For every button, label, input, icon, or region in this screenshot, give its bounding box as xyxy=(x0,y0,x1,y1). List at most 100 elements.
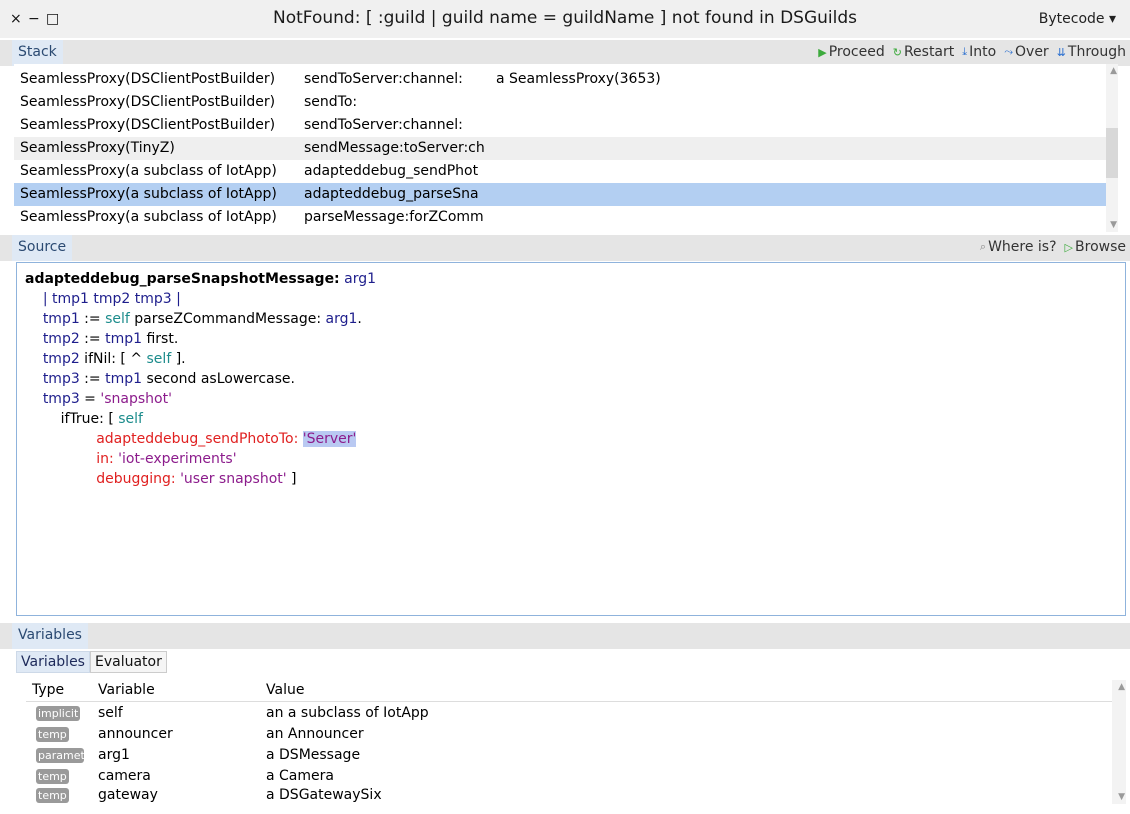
method-selector: adapteddebug_parseSnapshotMessage: xyxy=(25,271,340,287)
code-token: . xyxy=(357,311,362,327)
bytecode-menu[interactable]: Bytecode ▾ xyxy=(1039,11,1116,27)
variables-section-tab[interactable]: Variables xyxy=(12,623,88,649)
over-button[interactable]: ⤳ Over xyxy=(1004,44,1049,60)
stack-row[interactable]: SeamlessProxy(DSClientPostBuilder) sendT… xyxy=(14,91,1118,114)
table-row[interactable]: implicit self an a subclass of IotApp xyxy=(26,703,1126,724)
variables-header: Variables xyxy=(0,623,1130,649)
table-row[interactable]: parameter arg1 a DSMessage xyxy=(26,745,1126,766)
step-over-icon: ⤳ xyxy=(1004,45,1014,58)
variable-name: self xyxy=(98,705,123,721)
stack-row[interactable]: SeamlessProxy(TinyZ) sendMessage:toServe… xyxy=(14,137,1118,160)
stack-scrollbar[interactable]: ▲ ▼ xyxy=(1106,64,1118,232)
tab-evaluator[interactable]: Evaluator xyxy=(89,651,167,673)
code-token: ifTrue: [ xyxy=(60,411,119,427)
stack-row[interactable]: SeamlessProxy(a subclass of IotApp) pars… xyxy=(14,206,1118,229)
through-label: Through xyxy=(1067,44,1126,60)
code-token: := xyxy=(79,331,106,347)
source-editor[interactable]: adapteddebug_parseSnapshotMessage: arg1 … xyxy=(16,262,1126,616)
variable-value: a DSGatewaySix xyxy=(266,787,382,803)
stack-receiver: SeamlessProxy(DSClientPostBuilder) xyxy=(20,94,276,110)
code-token: 'snapshot' xyxy=(100,391,172,407)
variable-value: a Camera xyxy=(266,768,334,784)
code-token: ] xyxy=(286,471,297,487)
through-button[interactable]: ⇊ Through xyxy=(1057,44,1126,60)
scroll-down-icon[interactable]: ▼ xyxy=(1118,792,1125,802)
variables-table[interactable]: Type Variable Value implicit self an a s… xyxy=(26,680,1126,804)
type-badge: implicit xyxy=(36,706,81,721)
stack-method: adapteddebug_parseSna xyxy=(304,186,479,202)
play-icon: ▶ xyxy=(818,45,827,59)
scroll-up-icon[interactable]: ▲ xyxy=(1110,66,1117,76)
stack-scroll-thumb[interactable] xyxy=(1106,128,1118,178)
where-is-button[interactable]: ⌕ Where is? xyxy=(980,239,1057,255)
code-token: debugging: xyxy=(96,471,181,487)
code-token: first. xyxy=(142,331,179,347)
browse-button[interactable]: ▷ Browse xyxy=(1065,239,1126,255)
proceed-label: Proceed xyxy=(828,44,885,60)
stack-method: parseMessage:forZComm xyxy=(304,209,484,225)
stack-method: sendToServer:channel: xyxy=(304,71,463,87)
debug-toolbar: ▶ Proceed ↻ Restart ⤓ Into ⤳ Over ⇊ Thro… xyxy=(818,44,1126,60)
variables-scrollbar[interactable]: ▲ ▼ xyxy=(1112,680,1126,804)
code-token: arg1 xyxy=(325,311,358,327)
stack-receiver: SeamlessProxy(TinyZ) xyxy=(20,140,175,156)
scroll-up-icon[interactable]: ▲ xyxy=(1118,682,1125,692)
code-token: adapteddebug_sendPhotoTo: xyxy=(96,431,303,447)
dropdown-icon: ▾ xyxy=(1108,11,1116,27)
stack-header: Stack ▶ Proceed ↻ Restart ⤓ Into ⤳ Over … xyxy=(0,40,1130,66)
source-header: Source ⌕ Where is? ▷ Browse xyxy=(0,235,1130,261)
stack-receiver: SeamlessProxy(a subclass of IotApp) xyxy=(20,209,277,225)
stack-row-selected[interactable]: SeamlessProxy(a subclass of IotApp) adap… xyxy=(14,183,1118,206)
stack-row[interactable]: SeamlessProxy(DSClientPostBuilder) sendT… xyxy=(14,68,1118,91)
stack-receiver: SeamlessProxy(DSClientPostBuilder) xyxy=(20,71,276,87)
variable-name: gateway xyxy=(98,787,158,803)
stack-extra: a SeamlessProxy(3653) xyxy=(496,71,661,87)
code-token: tmp1 xyxy=(105,331,143,347)
code-token: 'user snapshot' xyxy=(180,471,287,487)
stack-list[interactable]: SeamlessProxy(DSClientPostBuilder) sendT… xyxy=(14,64,1118,232)
code-token: self xyxy=(105,311,130,327)
code-token: tmp2 xyxy=(42,351,80,367)
proceed-button[interactable]: ▶ Proceed xyxy=(818,44,885,60)
scroll-down-icon[interactable]: ▼ xyxy=(1110,220,1117,230)
tab-variables[interactable]: Variables xyxy=(16,651,90,673)
stack-receiver: SeamlessProxy(DSClientPostBuilder) xyxy=(20,117,276,133)
stack-receiver: SeamlessProxy(a subclass of IotApp) xyxy=(20,163,277,179)
code-token: | tmp1 tmp2 tmp3 | xyxy=(42,291,181,307)
type-badge: temp xyxy=(36,788,69,803)
code-token: = xyxy=(79,391,101,407)
stack-row[interactable]: SeamlessProxy(a subclass of IotApp) adap… xyxy=(14,160,1118,183)
code-token: := xyxy=(79,311,106,327)
where-is-label: Where is? xyxy=(988,239,1057,255)
into-label: Into xyxy=(969,44,997,60)
type-badge: parameter xyxy=(36,748,84,763)
variables-tabs: Variables Evaluator xyxy=(16,651,167,673)
column-header-type[interactable]: Type xyxy=(32,682,64,698)
column-header-variable[interactable]: Variable xyxy=(98,682,155,698)
variable-name: camera xyxy=(98,768,151,784)
magnifier-icon: ⌕ xyxy=(979,240,987,253)
title-bar: × − □ NotFound: [ :guild | guild name = … xyxy=(0,0,1130,38)
source-toolbar: ⌕ Where is? ▷ Browse xyxy=(980,239,1126,255)
type-badge: temp xyxy=(36,727,69,742)
into-button[interactable]: ⤓ Into xyxy=(962,44,996,60)
restart-button[interactable]: ↻ Restart xyxy=(893,44,955,60)
stack-method: sendMessage:toServer:ch xyxy=(304,140,485,156)
code-token: in: xyxy=(96,451,119,467)
source-tab[interactable]: Source xyxy=(12,235,73,261)
table-row[interactable]: temp camera a Camera xyxy=(26,766,1126,787)
code-token: self xyxy=(118,411,143,427)
restart-icon: ↻ xyxy=(892,45,902,59)
step-through-icon: ⇊ xyxy=(1056,45,1066,59)
type-badge: temp xyxy=(36,769,69,784)
table-row[interactable]: temp announcer an Announcer xyxy=(26,724,1126,745)
source-code[interactable]: adapteddebug_parseSnapshotMessage: arg1 … xyxy=(25,269,376,489)
code-token: ifNil: [ ^ xyxy=(79,351,147,367)
variable-name: announcer xyxy=(98,726,173,742)
code-token: parseZCommandMessage: xyxy=(129,311,326,327)
variable-value: an a subclass of IotApp xyxy=(266,705,429,721)
stack-row[interactable]: SeamlessProxy(DSClientPostBuilder) sendT… xyxy=(14,114,1118,137)
stack-tab[interactable]: Stack xyxy=(12,40,63,66)
column-header-value[interactable]: Value xyxy=(266,682,304,698)
table-row[interactable]: temp gateway a DSGatewaySix xyxy=(26,785,1126,806)
